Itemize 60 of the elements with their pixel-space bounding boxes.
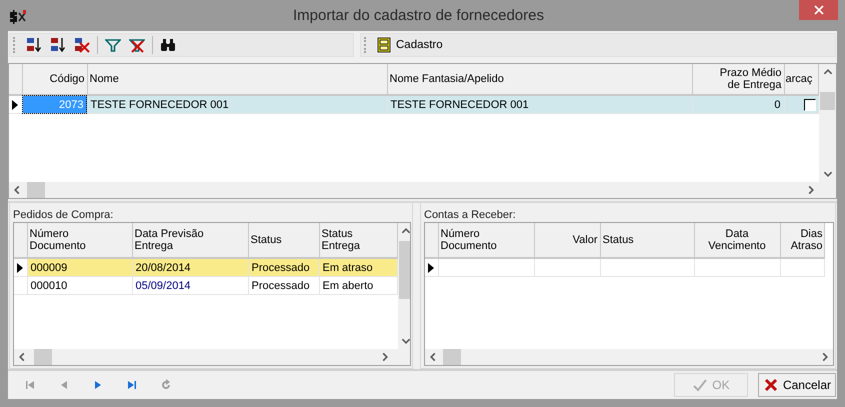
close-icon: [814, 5, 824, 15]
table-cell: Processado: [248, 258, 319, 276]
file-cabinet-icon: [377, 37, 391, 53]
window-title: Importar do cadastro de fornecedores: [292, 7, 545, 24]
filter-icon: [105, 37, 121, 53]
table-cell: 000009: [27, 258, 132, 276]
column-header[interactable]: Valor: [534, 223, 600, 258]
table-cell: TESTE FORNECEDOR 001: [87, 95, 387, 114]
last-record-icon: [126, 379, 138, 391]
refresh-icon: [160, 379, 172, 391]
table-cell: Processado: [248, 276, 319, 294]
checkbox[interactable]: [804, 98, 816, 111]
vertical-scrollbar[interactable]: [398, 223, 410, 349]
column-header[interactable]: Dias Atraso: [780, 223, 824, 258]
column-header[interactable]: Nome Fantasia/Apelido: [387, 64, 692, 95]
table-cell: 0: [692, 95, 784, 114]
column-header[interactable]: Data Vencimento: [694, 223, 780, 258]
table-cell: TESTE FORNECEDOR 001: [387, 95, 692, 114]
close-button[interactable]: [799, 0, 838, 20]
vertical-scrollbar[interactable]: [819, 64, 836, 182]
column-header[interactable]: Número Documento: [438, 223, 534, 258]
cadastro-button[interactable]: Cadastro: [374, 35, 446, 55]
column-header[interactable]: Status: [248, 223, 319, 258]
x-icon: [762, 377, 779, 393]
group-label: Contas a Receber:: [424, 208, 517, 222]
scroll-thumb[interactable]: [34, 349, 52, 365]
scroll-thumb[interactable]: [398, 241, 410, 299]
sort-descending-icon: [50, 37, 66, 53]
table-cell: 05/09/2014: [136, 280, 191, 292]
column-header[interactable]: Prazo Médio de Entrega: [692, 64, 784, 95]
row-pointer-icon: [12, 100, 18, 110]
column-header[interactable]: Status Entrega: [319, 223, 397, 258]
group-label: Pedidos de Compra:: [13, 208, 114, 222]
scroll-thumb[interactable]: [27, 182, 45, 198]
horizontal-scrollbar[interactable]: [9, 182, 819, 198]
table-cell: Em aberto: [319, 276, 397, 294]
clear-filter-icon: [129, 37, 145, 53]
table-cell: 20/08/2014: [136, 262, 191, 274]
first-record-icon: [24, 379, 36, 391]
column-header[interactable]: Código: [22, 64, 87, 95]
cancel-button[interactable]: Cancelar: [758, 373, 836, 397]
column-header[interactable]: Nome: [87, 64, 387, 95]
sort-ascending-icon: [26, 37, 42, 53]
checkmark-icon: [692, 377, 708, 393]
table-cell: 000010: [27, 276, 132, 294]
column-header[interactable]: Número Documento: [27, 223, 132, 258]
horizontal-scrollbar[interactable]: [14, 349, 393, 365]
horizontal-scrollbar[interactable]: [425, 349, 833, 365]
scroll-thumb[interactable]: [443, 349, 461, 365]
column-header[interactable]: arcaç: [784, 64, 818, 95]
clear-sort-icon: [74, 37, 90, 53]
table-cell: Em atraso: [319, 258, 397, 276]
app-icon: [8, 8, 28, 24]
scroll-thumb[interactable]: [820, 92, 835, 110]
column-header[interactable]: Status: [600, 223, 694, 258]
binoculars-icon: [160, 37, 176, 53]
row-pointer-icon: [17, 262, 24, 272]
table-cell: 2073: [22, 95, 87, 114]
row-pointer-icon: [428, 262, 434, 272]
column-header[interactable]: Data Previsão Entrega: [132, 223, 248, 258]
